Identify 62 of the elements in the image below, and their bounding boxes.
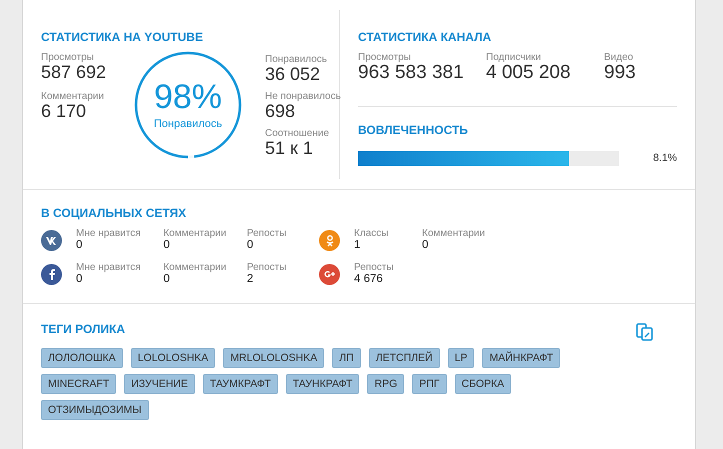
tag-chip[interactable]: ОТЗИМЫДОЗИМЫ [41,400,149,420]
section-title: СТАТИСТИКА НА YOUTUBE [41,30,204,44]
stat-label: Просмотры [41,52,95,63]
social-stat-value: 4 676 [354,272,384,286]
social-stat-label: Репосты [354,262,395,273]
tag-chip[interactable]: LP [448,348,474,368]
tag-chip[interactable]: МАЙНКРАФТ [482,348,560,368]
social-stat-label: Комментарии [163,262,228,273]
social-stat-value: 0 [163,272,171,286]
tag-chip[interactable]: ТАУНКРАФТ [286,374,360,394]
stat-label: Подписчики [486,52,542,63]
stat-label: Комментарии [41,90,105,102]
tag-chip[interactable]: MRLOLOLOSHKA [223,348,324,368]
social-stat-value: 0 [76,239,84,252]
section-title: СТАТИСТИКА КАНАЛА [358,30,492,44]
social-stat-label: Классы [354,228,390,239]
tag-chip[interactable]: ТАУМКРАФТ [202,374,278,394]
social-stat-label: Комментарии [422,228,486,239]
social-stat-label: Репосты [246,262,288,273]
tag-chip[interactable]: MINECRAFT [41,374,116,394]
social-stat-label: Репосты [246,228,288,239]
social-stat-label: Комментарии [163,228,228,239]
social-stat-value: 1 [354,239,362,252]
tag-chip[interactable]: РПГ [412,374,446,394]
tag-chip[interactable]: ЛОЛОЛОШКА [41,348,123,368]
tag-chip[interactable]: ЛП [332,348,361,368]
ring-label: Понравилось [154,118,222,130]
social-stat-label: Мне нравится [76,262,142,273]
social-stat-label: Мне нравится [76,228,142,239]
stat-label: Соотношение [265,128,330,139]
tag-chip[interactable]: RPG [367,374,404,394]
stat-value: 51 к 1 [265,138,314,158]
ring-percent: 98% [154,80,222,114]
stat-label: Понравилось [265,54,328,65]
section-title: В СОЦИАЛЬНЫХ СЕТЯХ [41,206,188,220]
social-stat-value: 0 [76,272,84,286]
social-stat-value: 2 [246,272,254,286]
stat-value: 587 692 [41,63,108,83]
stat-value: 963 583 381 [358,63,465,84]
stat-label: Просмотры [358,52,412,63]
section-title: ВОВЛЕЧЕННОСТЬ [358,122,469,137]
social-stat-value: 0 [163,239,171,252]
stat-label: Видео [604,52,634,63]
social-stat-value: 0 [422,239,430,252]
stat-value: 698 [265,102,296,122]
stat-value: 6 170 [41,102,86,122]
section-title: ТЕГИ РОЛИКА [41,322,126,336]
facebook-logo-icon[interactable] [41,264,62,285]
stat-value: 36 052 [265,65,320,85]
vk-logo-icon[interactable] [41,230,62,251]
tag-chip[interactable]: LOLOLOSHKA [130,348,216,368]
stat-value: 4 005 208 [486,63,572,84]
tag-chip[interactable]: СБОРКА [454,374,512,394]
social-stat-value: 0 [246,239,254,252]
google-plus-logo-icon[interactable] [319,264,340,285]
engagement-percent: 8.1% [653,152,677,164]
stat-value: 993 [604,63,637,84]
ok-logo-icon[interactable] [319,230,340,251]
stat-label: Не понравилось [265,90,341,102]
copy-icon[interactable] [635,322,655,342]
tag-chip[interactable]: ЛЕТСПЛЕЙ [368,348,440,368]
tag-chip[interactable]: ИЗУЧЕНИЕ [124,374,195,394]
